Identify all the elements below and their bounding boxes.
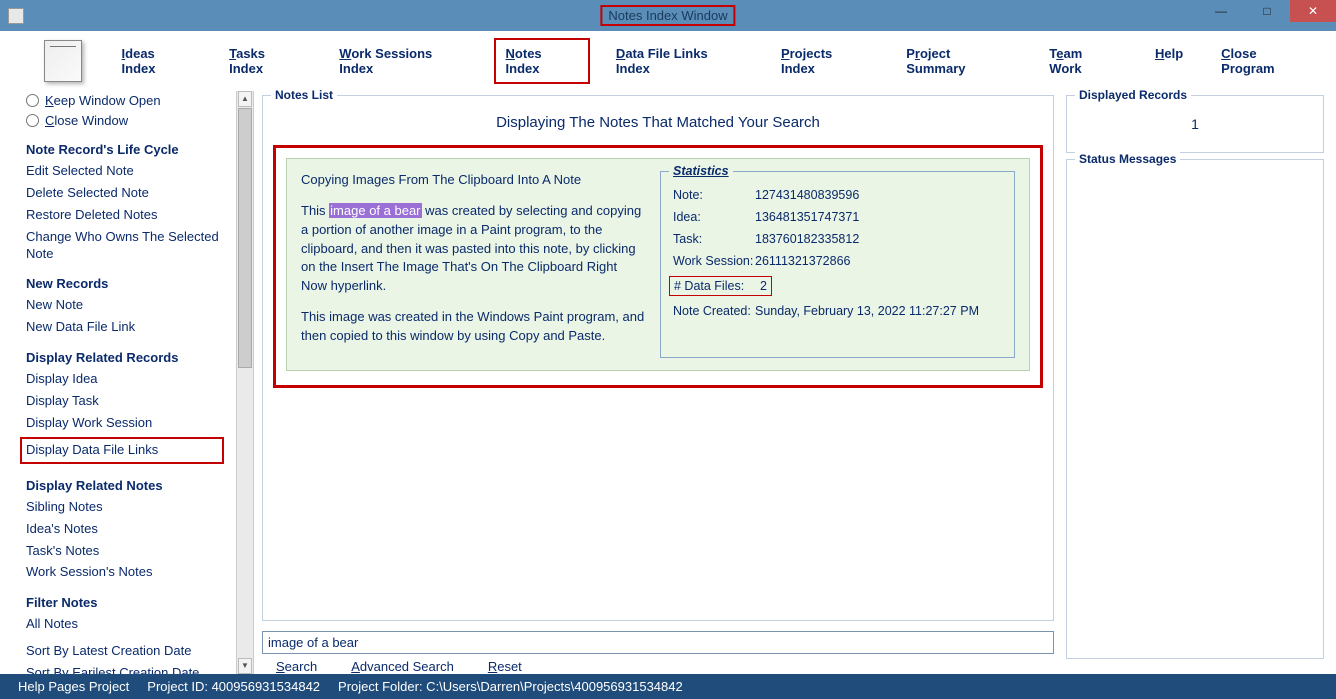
advanced-search-button[interactable]: Advanced Search [351, 659, 454, 674]
stat-data-files: # Data Files:2 [669, 276, 772, 296]
close-button[interactable]: ✕ [1290, 0, 1336, 22]
heading-new-records: New Records [26, 276, 236, 291]
stat-idea: Idea:136481351747371 [673, 210, 1004, 224]
statusbar-project-id: Project ID: 400956931534842 [147, 679, 320, 694]
reset-button[interactable]: Reset [488, 659, 522, 674]
nav-work-sessions-index[interactable]: Work Sessions Index [339, 46, 467, 76]
link-display-work-session[interactable]: Display Work Session [26, 415, 236, 432]
nav-team-work[interactable]: Team Work [1049, 46, 1117, 76]
note-paragraph-2: This image was created in the Windows Pa… [301, 308, 646, 346]
search-area: Search Advanced Search Reset [262, 631, 1054, 674]
statusbar-project-folder: Project Folder: C:\Users\Darren\Projects… [338, 679, 683, 694]
nav-project-summary[interactable]: Project Summary [906, 46, 1011, 76]
stat-task: Task:183760182335812 [673, 232, 1004, 246]
sidebar: Keep Window Open Close Window Note Recor… [4, 91, 236, 674]
document-icon [44, 40, 82, 82]
window-controls: — □ ✕ [1198, 0, 1336, 22]
link-new-data-file-link[interactable]: New Data File Link [26, 319, 236, 336]
nav-projects-index[interactable]: Projects Index [781, 46, 868, 76]
statistics-panel: Statistics Note:127431480839596 Idea:136… [660, 171, 1015, 358]
link-work-sessions-notes[interactable]: Work Session's Notes [26, 564, 236, 581]
link-edit-selected-note[interactable]: Edit Selected Note [26, 163, 236, 180]
stat-work-session: Work Session:26111321372866 [673, 254, 1004, 268]
link-restore-deleted-notes[interactable]: Restore Deleted Notes [26, 207, 236, 224]
link-ideas-notes[interactable]: Idea's Notes [26, 521, 236, 538]
link-tasks-notes[interactable]: Task's Notes [26, 543, 236, 560]
displayed-records-value: 1 [1077, 106, 1313, 142]
link-display-data-file-links[interactable]: Display Data File Links [20, 437, 224, 464]
link-delete-selected-note[interactable]: Delete Selected Note [26, 185, 236, 202]
note-body: Copying Images From The Clipboard Into A… [301, 171, 646, 358]
nav-notes-index[interactable]: Notes Index [494, 38, 590, 84]
link-new-note[interactable]: New Note [26, 297, 236, 314]
stat-note-created: Note Created:Sunday, February 13, 2022 1… [673, 304, 1004, 318]
status-messages-legend: Status Messages [1075, 152, 1180, 166]
scroll-down-icon[interactable]: ▼ [238, 658, 252, 674]
stat-note: Note:127431480839596 [673, 188, 1004, 202]
link-display-idea[interactable]: Display Idea [26, 371, 236, 388]
statusbar-project-name: Help Pages Project [18, 679, 129, 694]
scroll-up-icon[interactable]: ▲ [238, 91, 252, 107]
note-record[interactable]: Copying Images From The Clipboard Into A… [286, 158, 1030, 371]
link-sort-earliest[interactable]: Sort By Earilest Creation Date [26, 665, 236, 674]
maximize-button[interactable]: □ [1244, 0, 1290, 22]
link-display-task[interactable]: Display Task [26, 393, 236, 410]
status-bar: Help Pages Project Project ID: 400956931… [0, 674, 1336, 699]
note-paragraph-1: This image of a bear was created by sele… [301, 202, 646, 296]
search-button[interactable]: Search [276, 659, 317, 674]
search-input[interactable] [262, 631, 1054, 654]
displayed-records-legend: Displayed Records [1075, 88, 1191, 102]
radio-close-window[interactable]: Close Window [26, 113, 236, 128]
nav-ideas-index[interactable]: Ideas Index [122, 46, 192, 76]
minimize-button[interactable]: — [1198, 0, 1244, 22]
notes-list-legend: Notes List [271, 88, 337, 102]
window-title: Notes Index Window [600, 8, 735, 23]
status-messages-panel: Status Messages [1066, 159, 1324, 659]
link-all-notes[interactable]: All Notes [26, 616, 236, 633]
note-record-highlight: Copying Images From The Clipboard Into A… [273, 145, 1043, 388]
notes-list-heading: Displaying The Notes That Matched Your S… [273, 114, 1043, 131]
app-icon [8, 8, 24, 24]
sidebar-scrollbar[interactable]: ▲ ▼ [236, 91, 254, 674]
note-title: Copying Images From The Clipboard Into A… [301, 171, 646, 190]
heading-note-lifecycle: Note Record's Life Cycle [26, 142, 236, 157]
heading-display-related-records: Display Related Records [26, 350, 236, 365]
nav-close-program[interactable]: Close Program [1221, 46, 1312, 76]
notes-list-panel: Notes List Displaying The Notes That Mat… [262, 95, 1054, 621]
nav-data-file-links-index[interactable]: Data File Links Index [616, 46, 743, 76]
nav-tasks-index[interactable]: Tasks Index [229, 46, 301, 76]
nav-help[interactable]: Help [1155, 46, 1183, 76]
link-sort-latest[interactable]: Sort By Latest Creation Date [26, 643, 236, 660]
displayed-records-panel: Displayed Records 1 [1066, 95, 1324, 153]
heading-filter-notes: Filter Notes [26, 595, 236, 610]
heading-display-related-notes: Display Related Notes [26, 478, 236, 493]
top-navigation: Ideas Index Tasks Index Work Sessions In… [4, 31, 1332, 91]
radio-keep-window-open[interactable]: Keep Window Open [26, 93, 236, 108]
window-titlebar: Notes Index Window — □ ✕ [0, 0, 1336, 31]
statistics-legend: Statistics [669, 164, 733, 178]
link-sibling-notes[interactable]: Sibling Notes [26, 499, 236, 516]
scrollbar-thumb[interactable] [238, 108, 252, 368]
search-highlight: image of a bear [329, 203, 421, 218]
link-change-owner[interactable]: Change Who Owns The Selected Note [26, 229, 236, 263]
